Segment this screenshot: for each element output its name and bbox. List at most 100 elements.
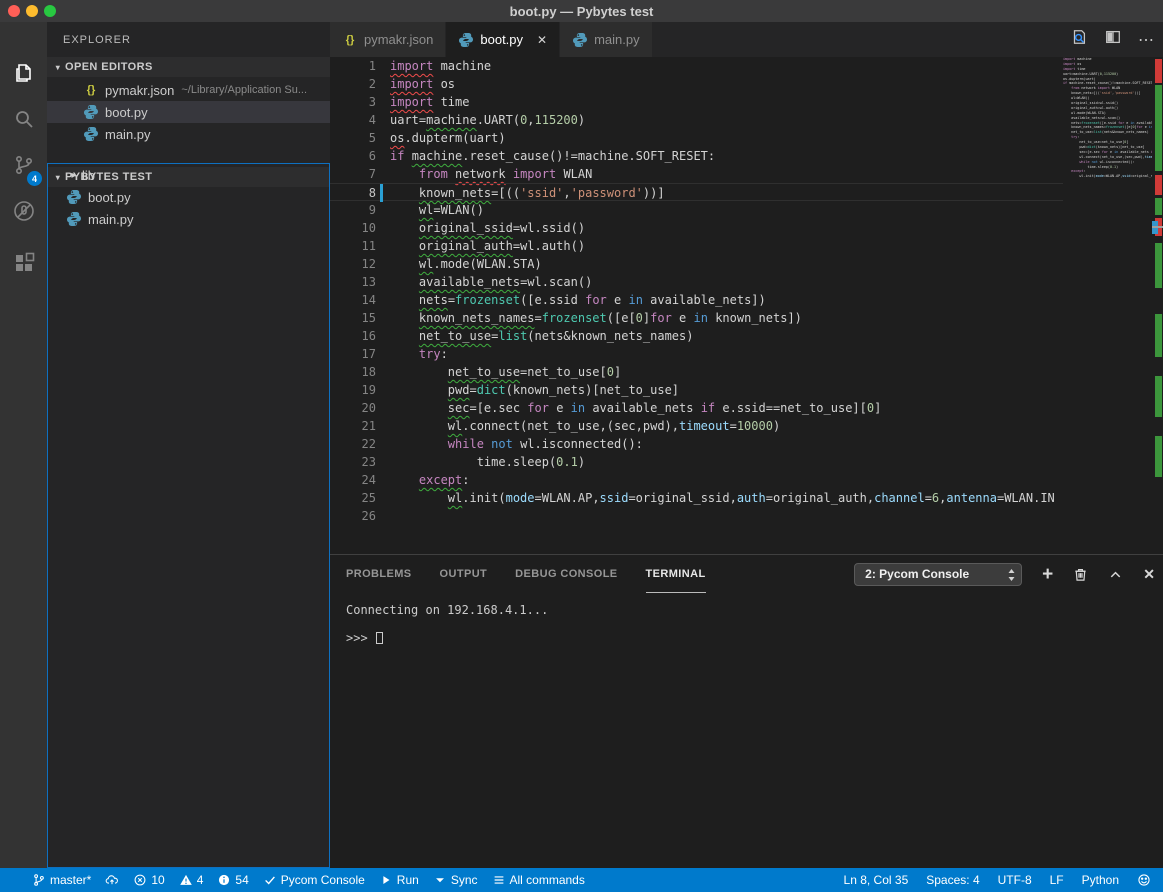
open-editor-item[interactable]: main.py: [47, 123, 330, 145]
code-line[interactable]: 23 time.sleep(0.1): [330, 453, 1063, 471]
activity-item-search[interactable]: [0, 98, 47, 140]
open-preview-icon[interactable]: [1070, 28, 1088, 51]
status-label: Ln 8, Col 35: [844, 873, 909, 887]
code-line[interactable]: 13 available_nets=wl.scan(): [330, 273, 1063, 291]
indentation[interactable]: Spaces: 4: [926, 873, 979, 887]
minimap[interactable]: import machineimport osimport timeuart=m…: [1063, 57, 1152, 554]
open-editor-item[interactable]: {}pymakr.json~/Library/Application Su...: [47, 79, 330, 101]
language-mode[interactable]: Python: [1082, 873, 1119, 887]
line-number: 7: [330, 165, 376, 183]
git-branch-status[interactable]: master*: [32, 873, 91, 887]
code-line[interactable]: 3import time: [330, 93, 1063, 111]
code-text: original_ssid=wl.ssid(): [390, 219, 585, 237]
warning-count[interactable]: 4: [179, 873, 204, 887]
maximize-panel-icon[interactable]: [1108, 567, 1123, 582]
zoom-window-button[interactable]: [44, 5, 56, 17]
close-window-button[interactable]: [8, 5, 20, 17]
code-text: os.dupterm(uart): [390, 129, 506, 147]
run-button[interactable]: Run: [379, 873, 419, 887]
overview-ruler[interactable]: [1152, 57, 1163, 554]
open-editor-item[interactable]: boot.py: [47, 101, 330, 123]
new-terminal-icon[interactable]: +: [1042, 567, 1053, 582]
code-line[interactable]: 21 wl.connect(net_to_use,(sec,pwd),timeo…: [330, 417, 1063, 435]
tree-item-main-py[interactable]: main.py: [48, 208, 329, 230]
code-line[interactable]: 22 while not wl.isconnected():: [330, 435, 1063, 453]
panel-tab-debug-console[interactable]: DEBUG CONSOLE: [515, 555, 617, 593]
code-line[interactable]: 4uart=machine.UART(0,115200): [330, 111, 1063, 129]
code-line[interactable]: 2import os: [330, 75, 1063, 93]
status-label: UTF-8: [998, 873, 1032, 887]
tab-boot-py[interactable]: boot.py✕: [446, 22, 560, 57]
minimize-window-button[interactable]: [26, 5, 38, 17]
activity-item-source-control[interactable]: 4: [0, 144, 47, 186]
tab-main-py[interactable]: main.py: [560, 22, 653, 57]
code-line[interactable]: 14 nets=frozenset([e.ssid for e in avail…: [330, 291, 1063, 309]
code-line[interactable]: 19 pwd=dict(known_nets)[net_to_use]: [330, 381, 1063, 399]
code-line[interactable]: 16 net_to_use=list(nets&known_nets_names…: [330, 327, 1063, 345]
code-line[interactable]: 26: [330, 507, 1063, 525]
cloud-upload-icon: [105, 873, 119, 887]
tab-pymakr-json[interactable]: {}pymakr.json: [330, 22, 446, 57]
encoding[interactable]: UTF-8: [998, 873, 1032, 887]
select-stepper-icon: [1006, 566, 1017, 587]
code-line[interactable]: 12 wl.mode(WLAN.STA): [330, 255, 1063, 273]
activity-item-debug-disabled[interactable]: [0, 190, 47, 232]
code-line[interactable]: 8 known_nets=[(('ssid','password'))]: [330, 183, 1063, 201]
code-line[interactable]: 24 except:: [330, 471, 1063, 489]
split-editor-icon[interactable]: [1104, 28, 1122, 51]
code-line[interactable]: 9 wl=WLAN(): [330, 201, 1063, 219]
code-text: known_nets=[(('ssid','password'))]: [390, 184, 665, 202]
publish-button[interactable]: [105, 873, 119, 887]
code-line[interactable]: 17 try:: [330, 345, 1063, 363]
error-count[interactable]: 10: [133, 873, 164, 887]
code-text: wl.mode(WLAN.STA): [390, 255, 542, 273]
more-actions-icon[interactable]: ⋯: [1138, 30, 1155, 50]
smiley-icon: [1137, 873, 1151, 887]
panel-controls: 2: Pycom Console + ✕: [854, 555, 1155, 593]
tree-item-lib[interactable]: ▸lib: [48, 164, 329, 186]
kill-terminal-icon[interactable]: [1073, 567, 1088, 582]
code-line[interactable]: 10 original_ssid=wl.ssid(): [330, 219, 1063, 237]
line-number: 1: [330, 57, 376, 75]
feedback-smiley[interactable]: [1137, 873, 1151, 887]
eol-indicator[interactable]: LF: [1050, 873, 1064, 887]
code-text: from network import WLAN: [390, 165, 592, 183]
activity-item-extensions[interactable]: [0, 242, 47, 284]
code-editor[interactable]: 1import machine2import os3import time4ua…: [330, 57, 1163, 554]
activity-item-explorer[interactable]: [0, 52, 47, 94]
terminal-line: [346, 617, 1146, 631]
code-line[interactable]: 18 net_to_use=net_to_use[0]: [330, 363, 1063, 381]
file-label: pymakr.json: [105, 83, 174, 98]
sync-button[interactable]: Sync: [433, 873, 478, 887]
cursor-position[interactable]: Ln 8, Col 35: [844, 873, 909, 887]
info-count[interactable]: 54: [217, 873, 248, 887]
list-icon: [492, 873, 506, 887]
code-line[interactable]: 6if machine.reset_cause()!=machine.SOFT_…: [330, 147, 1063, 165]
line-number: 10: [330, 219, 376, 237]
terminal-select[interactable]: 2: Pycom Console: [854, 563, 1022, 586]
terminal-output[interactable]: Connecting on 192.168.4.1...>>>: [346, 603, 1146, 645]
line-number: 20: [330, 399, 376, 417]
code-line[interactable]: 25 wl.init(mode=WLAN.AP,ssid=original_ss…: [330, 489, 1063, 507]
status-label: Run: [397, 873, 419, 887]
tree-item-boot-py[interactable]: boot.py: [48, 186, 329, 208]
pycom-console-button[interactable]: Pycom Console: [263, 873, 365, 887]
panel-tab-terminal[interactable]: TERMINAL: [646, 555, 706, 593]
code-text: while not wl.isconnected():: [390, 435, 643, 453]
python-file-icon: [458, 32, 474, 48]
code-line[interactable]: 5os.dupterm(uart): [330, 129, 1063, 147]
code-line[interactable]: 7 from network import WLAN: [330, 165, 1063, 183]
code-content[interactable]: 1import machine2import os3import time4ua…: [330, 57, 1063, 554]
code-text: except:: [390, 471, 470, 489]
code-line[interactable]: 11 original_auth=wl.auth(): [330, 237, 1063, 255]
panel-tab-output[interactable]: OUTPUT: [440, 555, 488, 593]
open-editors-header[interactable]: ▾OPEN EDITORS: [47, 57, 330, 77]
code-line[interactable]: 20 sec=[e.sec for e in available_nets if…: [330, 399, 1063, 417]
all-commands-button[interactable]: All commands: [492, 873, 585, 887]
panel-tab-problems[interactable]: PROBLEMS: [346, 555, 412, 593]
code-line[interactable]: 1import machine: [330, 57, 1063, 75]
json-file-icon: {}: [83, 82, 99, 98]
code-line[interactable]: 15 known_nets_names=frozenset([e[0]for e…: [330, 309, 1063, 327]
tab-close-icon[interactable]: ✕: [537, 33, 547, 47]
close-panel-icon[interactable]: ✕: [1143, 566, 1155, 583]
